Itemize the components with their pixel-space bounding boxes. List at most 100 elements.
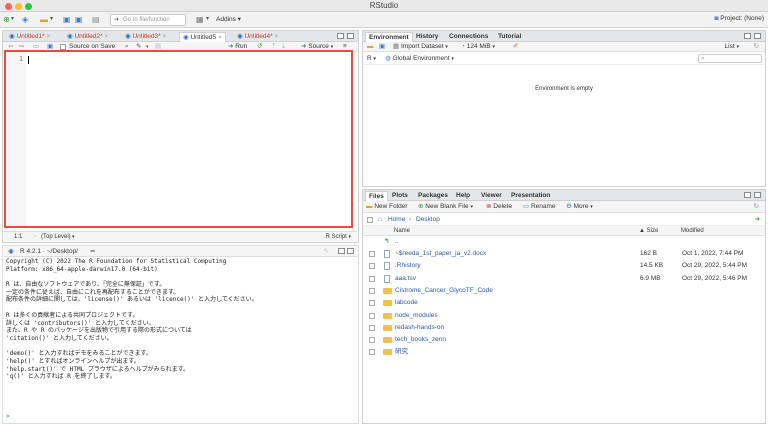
- maximize-pane-button[interactable]: [754, 33, 761, 39]
- close-tab-icon[interactable]: ×: [46, 33, 50, 40]
- file-name[interactable]: tech_books_zenn: [395, 334, 446, 346]
- file-checkbox[interactable]: [369, 337, 375, 344]
- console-prompt[interactable]: >: [6, 412, 10, 420]
- tab-environment[interactable]: Environment: [365, 32, 413, 42]
- import-dataset-button[interactable]: ▦ Import Dataset ▾: [393, 42, 448, 52]
- breadcrumb-desktop[interactable]: Desktop: [416, 214, 440, 226]
- file-name[interactable]: Cistrome_Cancer_GlycoTF_Code: [395, 285, 493, 297]
- tab-untitled4[interactable]: ◉ Untitled4* ×: [234, 32, 281, 42]
- rename-button[interactable]: ▭ Rename: [523, 201, 556, 213]
- load-workspace-icon[interactable]: ▬: [367, 42, 374, 52]
- new-project-icon[interactable]: ◈: [22, 15, 28, 24]
- file-row[interactable]: tech_books_zenn: [364, 334, 764, 346]
- file-checkbox[interactable]: [369, 263, 375, 270]
- file-checkbox[interactable]: [369, 251, 375, 257]
- memory-usage-button[interactable]: ◔ 124 MiB ▾: [461, 42, 495, 52]
- refresh-icon[interactable]: ↻: [754, 42, 759, 52]
- save-workspace-icon[interactable]: ▣: [379, 42, 385, 52]
- close-tab-icon[interactable]: ×: [162, 33, 166, 40]
- tab-connections[interactable]: Connections: [446, 32, 491, 42]
- dropdown-arrow-icon[interactable]: ▾: [11, 15, 14, 24]
- tab-packages[interactable]: Packages: [415, 191, 451, 201]
- save-icon[interactable]: ▣: [63, 15, 71, 24]
- tab-untitled5[interactable]: ◉ Untitled5 ×: [179, 32, 226, 42]
- close-tab-icon[interactable]: ×: [274, 33, 278, 40]
- save-all-icon[interactable]: ▣: [75, 15, 83, 24]
- tab-untitled2[interactable]: ◉ Untitled2* ×: [64, 32, 111, 42]
- file-row[interactable]: node_modules: [364, 310, 764, 322]
- column-modified[interactable]: Modified: [681, 226, 704, 236]
- breadcrumb-home[interactable]: Home: [388, 214, 405, 226]
- file-checkbox[interactable]: [369, 287, 375, 294]
- goto-file-input[interactable]: ➜ Go to file/function: [110, 14, 186, 26]
- new-file-icon[interactable]: ⊕: [3, 15, 10, 24]
- file-checkbox[interactable]: [369, 312, 375, 319]
- new-blank-file-button[interactable]: ⊕ New Blank File ▾: [418, 201, 473, 213]
- file-name[interactable]: labcode: [395, 297, 418, 309]
- close-tab-icon[interactable]: ×: [218, 34, 222, 41]
- file-row[interactable]: Cistrome_Cancer_GlycoTF_Code: [364, 285, 764, 297]
- file-type-selector[interactable]: R Script ▾: [325, 232, 351, 242]
- file-name[interactable]: aaa.tsv: [395, 273, 416, 285]
- tab-help[interactable]: Help: [453, 191, 473, 201]
- delete-button[interactable]: ⊗ Delete: [486, 201, 512, 213]
- column-size[interactable]: ▲ Size: [639, 226, 658, 236]
- tab-presentation[interactable]: Presentation: [508, 191, 553, 201]
- maximize-pane-button[interactable]: [347, 248, 354, 254]
- open-file-icon[interactable]: ▬: [40, 15, 48, 24]
- print-icon[interactable]: ▤: [92, 15, 100, 24]
- file-name[interactable]: ~$reeda_1st_paper_ja_v2.docx: [395, 248, 486, 260]
- minimize-pane-button[interactable]: [338, 248, 345, 254]
- file-row[interactable]: 研究: [364, 346, 764, 358]
- more-button[interactable]: ⚙ More ▾: [566, 201, 593, 213]
- file-checkbox[interactable]: [369, 324, 375, 331]
- go-to-directory-icon[interactable]: ➦: [90, 246, 95, 257]
- dropdown-arrow-icon[interactable]: ▾: [50, 15, 53, 24]
- addins-menu[interactable]: Addins ▾: [216, 15, 241, 23]
- file-row[interactable]: .Rhistory 14.5 KB Oct 29, 2022, 5:44 PM: [364, 260, 764, 272]
- file-name[interactable]: redash-hands-on: [395, 322, 444, 334]
- code-editor[interactable]: 1: [4, 50, 353, 228]
- console-output[interactable]: Copyright (C) 2022 The R Foundation for …: [6, 258, 356, 381]
- file-name[interactable]: node_modules: [395, 310, 438, 322]
- environment-search-input[interactable]: ⌕: [698, 54, 762, 63]
- parent-dir-row[interactable]: ↰ ..: [364, 236, 764, 248]
- column-name[interactable]: Name: [394, 226, 410, 236]
- file-row[interactable]: ~$reeda_1st_paper_ja_v2.docx 162 B Oct 1, …: [364, 248, 764, 260]
- tab-history[interactable]: History: [413, 32, 441, 42]
- language-selector[interactable]: R ▾: [367, 53, 376, 65]
- file-name[interactable]: .Rhistory: [395, 260, 421, 272]
- scope-indicator[interactable]: (Top Level): [41, 232, 71, 242]
- minimize-pane-button[interactable]: [337, 33, 344, 39]
- maximize-pane-button[interactable]: [347, 33, 354, 39]
- maximize-pane-button[interactable]: [754, 192, 761, 198]
- project-menu[interactable]: ◙ Project: (None): [715, 15, 764, 22]
- file-checkbox[interactable]: [369, 300, 375, 307]
- tab-viewer[interactable]: Viewer: [478, 191, 505, 201]
- minimize-pane-button[interactable]: [744, 33, 751, 39]
- file-row[interactable]: labcode: [364, 297, 764, 309]
- file-checkbox[interactable]: [369, 275, 375, 282]
- workspace-panes-icon[interactable]: ▦: [196, 15, 204, 24]
- environment-scope-selector[interactable]: ◍ Global Environment ▾: [385, 53, 454, 65]
- list-view-button[interactable]: List ▾: [725, 42, 739, 52]
- tab-tutorial[interactable]: Tutorial: [495, 32, 524, 42]
- file-row[interactable]: redash-hands-on: [364, 322, 764, 334]
- tab-files[interactable]: Files: [365, 191, 388, 201]
- minimize-pane-button[interactable]: [744, 192, 751, 198]
- clear-console-icon[interactable]: ✎: [324, 246, 329, 257]
- go-to-working-dir-icon[interactable]: ➜: [755, 214, 760, 226]
- file-row[interactable]: aaa.tsv 6.9 MB Oct 29, 2022, 5:46 PM: [364, 273, 764, 285]
- parent-dir-link[interactable]: ..: [395, 236, 399, 248]
- new-folder-button[interactable]: ▬ New Folder: [366, 201, 408, 213]
- tab-untitled3[interactable]: ◉ Untitled3* ×: [122, 32, 169, 42]
- file-checkbox[interactable]: [369, 349, 375, 356]
- refresh-icon[interactable]: ↻: [754, 201, 759, 213]
- broom-icon[interactable]: ✐: [513, 42, 518, 52]
- close-tab-icon[interactable]: ×: [104, 33, 108, 40]
- file-name[interactable]: 研究: [395, 346, 408, 358]
- tab-plots[interactable]: Plots: [389, 191, 411, 201]
- dropdown-arrow-icon[interactable]: ▾: [206, 15, 209, 24]
- tab-untitled1[interactable]: ◉ Untitled1* ×: [6, 32, 53, 42]
- select-all-checkbox[interactable]: [367, 217, 373, 223]
